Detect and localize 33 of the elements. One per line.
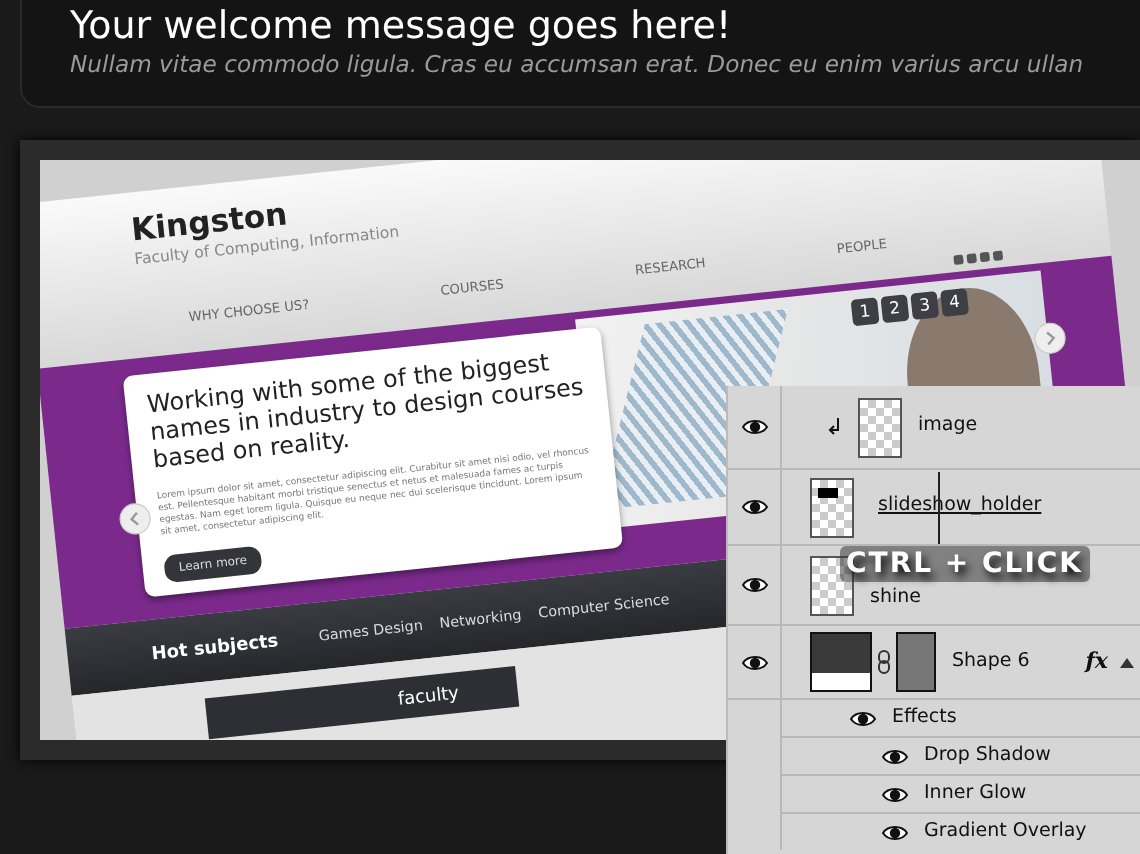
layer-name[interactable]: image [918,412,978,442]
layer-thumbnail [810,477,854,537]
eye-icon[interactable] [741,418,767,436]
chevron-right-icon [1043,330,1057,347]
overlay-caption: CTRL + CLICK [840,546,1090,582]
eye-icon[interactable] [741,576,767,594]
shape-thumbnail [810,632,872,692]
layer-thumbnail [858,397,902,457]
eye-icon[interactable] [741,498,767,516]
pager-button[interactable]: 2 [880,294,910,324]
eye-icon[interactable] [882,785,908,803]
pager-button[interactable]: 4 [940,287,970,317]
hot-subjects-label: Hot subjects [150,627,280,667]
welcome-title: Your welcome message goes here! [70,4,734,48]
welcome-text: Nullam vitae commodo ligula. Cras eu accumsan erat. Donec eu enim varius arcu ullan [70,48,1086,80]
clip-arrow-icon [826,418,842,436]
layer-name[interactable]: Shape 6 [952,647,1030,677]
effect-name[interactable]: Inner Glow [924,779,1027,809]
fx-icon: fx [1085,645,1108,679]
eye-icon[interactable] [882,747,908,765]
effect-name[interactable]: Drop Shadow [924,741,1051,771]
chevron-left-icon [128,511,142,527]
eye-icon[interactable] [741,653,767,671]
mask-thumbnail [896,632,936,692]
pager-button[interactable]: 3 [910,291,940,321]
eye-icon[interactable] [882,823,908,841]
link-icon [878,650,890,674]
effects-label: Effects [892,703,957,732]
effect-name[interactable]: Gradient Overlay [924,817,1087,847]
collapse-arrow-icon[interactable] [1120,657,1134,667]
pager-button[interactable]: 1 [850,297,880,327]
layer-name[interactable]: shine [870,584,921,613]
eye-icon[interactable] [850,709,876,727]
